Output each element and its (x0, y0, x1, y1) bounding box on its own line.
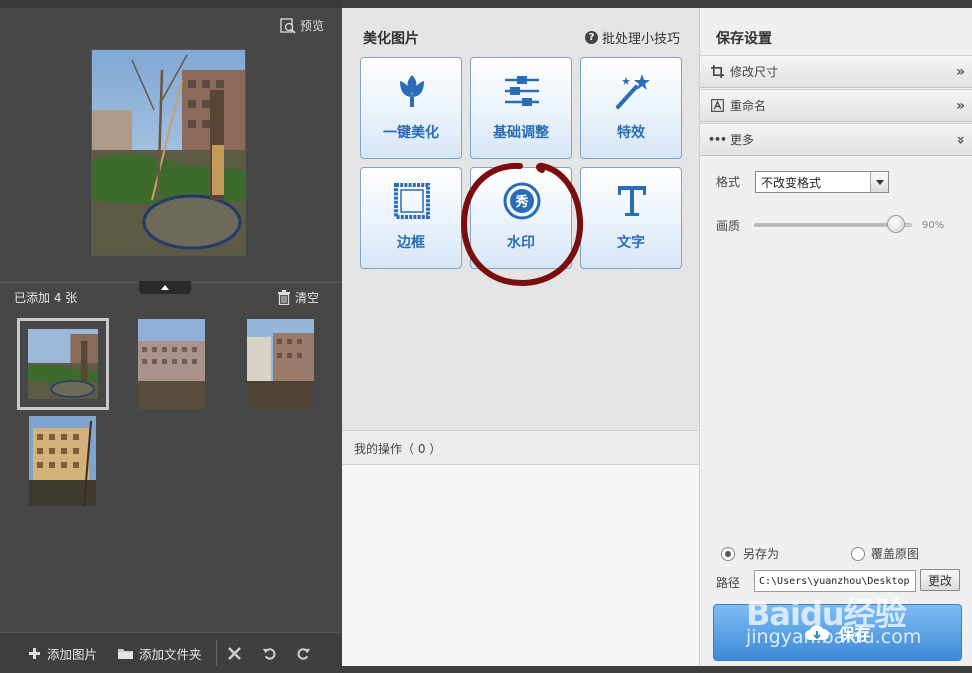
watermark-button[interactable]: 秀 水印 (470, 167, 572, 269)
rename-letter-icon (710, 99, 724, 113)
path-label: 路径 (716, 576, 741, 590)
rotate-left-button[interactable] (262, 646, 277, 661)
double-chevron-down-icon: » (952, 134, 969, 145)
rename-section-header[interactable]: 重命名 » (700, 89, 972, 122)
image-list-panel: 预览 已添加 4 张 清空 添加图片 添加文件夹 (0, 0, 342, 673)
add-image-label: 添加图片 (47, 646, 98, 662)
radio-selected-icon (721, 546, 735, 561)
clear-label: 清空 (295, 291, 320, 305)
tool-label: 文字 (617, 235, 645, 251)
preview-button[interactable]: 预览 (280, 17, 324, 34)
preview-label: 预览 (300, 19, 325, 33)
my-operations-bar: 我的操作（ 0 ） (342, 430, 699, 465)
resize-label: 修改尺寸 (730, 65, 779, 79)
courtyard-photo (92, 50, 245, 255)
remove-button[interactable] (227, 646, 242, 661)
save-settings-title: 保存设置 (716, 31, 772, 47)
batch-tips-link[interactable]: ? 批处理小技巧 (585, 28, 680, 47)
basic-adjust-button[interactable]: 基础调整 (470, 57, 572, 159)
thumbnail-1[interactable] (17, 318, 109, 410)
overwrite-radio[interactable]: 覆盖原图 (851, 545, 919, 562)
left-toolbar: 添加图片 添加文件夹 (0, 632, 342, 673)
text-t-icon (618, 186, 646, 216)
rename-label: 重命名 (730, 99, 767, 113)
tool-label: 一键美化 (383, 125, 439, 141)
add-folder-label: 添加文件夹 (139, 646, 202, 662)
text-button[interactable]: 文字 (580, 167, 682, 269)
beautify-panel: 美化图片 ? 批处理小技巧 一键美化 基础调整 特效 边框 秀 水印 文字 我的… (342, 8, 699, 666)
arrow-up-icon (161, 285, 169, 290)
thumbnail-2-image (138, 319, 205, 409)
tool-label: 特效 (617, 125, 645, 141)
format-select[interactable]: 不改变格式 (755, 171, 889, 193)
added-count-label: 已添加 4 张 (14, 291, 78, 305)
save-settings-panel: 保存设置 修改尺寸 » 重命名 » ••• 更多 » 格式 不改变格式 画质 9… (699, 8, 972, 666)
sliders-icon (505, 76, 539, 106)
format-value: 不改变格式 (761, 175, 822, 190)
ellipsis-icon: ••• (707, 133, 727, 146)
watermark-seal-icon: 秀 (503, 182, 541, 220)
toolbar-separator (215, 640, 217, 666)
one-click-beautify-button[interactable]: 一键美化 (360, 57, 462, 159)
crop-icon (710, 65, 724, 79)
rotate-right-button[interactable] (296, 646, 311, 661)
tool-label: 水印 (507, 235, 535, 251)
effects-button[interactable]: 特效 (580, 57, 682, 159)
thumbnail-3-image (247, 319, 314, 409)
add-image-button[interactable]: 添加图片 (27, 644, 97, 663)
watermark-url: jingyan.baidu.com (746, 626, 922, 648)
beautify-title: 美化图片 (363, 31, 419, 47)
frame-button[interactable]: 边框 (360, 167, 462, 269)
trash-icon (278, 290, 290, 305)
frame-icon (394, 183, 430, 219)
quality-slider-fill (755, 224, 896, 226)
quality-value: 90% (922, 220, 945, 231)
dropdown-arrow-icon (870, 172, 888, 192)
my-operations-label: 我的操作（ 0 ） (354, 442, 442, 456)
tool-label: 基础调整 (493, 125, 549, 141)
clear-button[interactable]: 清空 (277, 289, 319, 306)
thumbnail-4-image (29, 416, 96, 506)
double-chevron-right-icon: » (955, 63, 965, 80)
add-folder-button[interactable]: 添加文件夹 (117, 644, 202, 663)
close-icon (227, 646, 241, 660)
thumbnail-4[interactable] (29, 416, 96, 506)
svg-text:秀: 秀 (514, 194, 529, 210)
thumbnail-1-image (28, 329, 98, 399)
more-section-header[interactable]: ••• 更多 » (700, 123, 972, 156)
main-preview-image (91, 49, 246, 256)
plus-icon (29, 647, 40, 659)
format-label: 格式 (716, 175, 741, 189)
question-icon: ? (585, 31, 598, 44)
more-label: 更多 (730, 133, 755, 147)
tulip-icon (400, 75, 424, 107)
resize-section-header[interactable]: 修改尺寸 » (700, 55, 972, 88)
thumbnail-2[interactable] (138, 319, 205, 409)
folder-icon (118, 648, 134, 659)
change-path-button[interactable]: 更改 (920, 569, 960, 591)
top-strip (0, 0, 342, 8)
rotate-left-icon (262, 647, 276, 660)
radio-unselected-icon (851, 546, 865, 561)
quality-label: 画质 (716, 219, 741, 233)
rotate-right-icon (297, 647, 310, 660)
collapse-preview-toggle[interactable] (139, 281, 191, 294)
save-as-radio[interactable]: 另存为 (721, 545, 779, 562)
batch-tips-label: 批处理小技巧 (602, 32, 681, 47)
quality-slider-handle[interactable] (887, 215, 906, 233)
thumbnail-3[interactable] (247, 319, 314, 409)
overwrite-label: 覆盖原图 (871, 547, 920, 561)
magic-wand-icon (616, 74, 650, 109)
save-as-label: 另存为 (743, 547, 780, 561)
double-chevron-right-icon: » (955, 97, 965, 114)
tool-label: 边框 (397, 235, 425, 251)
operations-list-area (342, 465, 699, 666)
preview-magnifier-icon (280, 17, 296, 34)
